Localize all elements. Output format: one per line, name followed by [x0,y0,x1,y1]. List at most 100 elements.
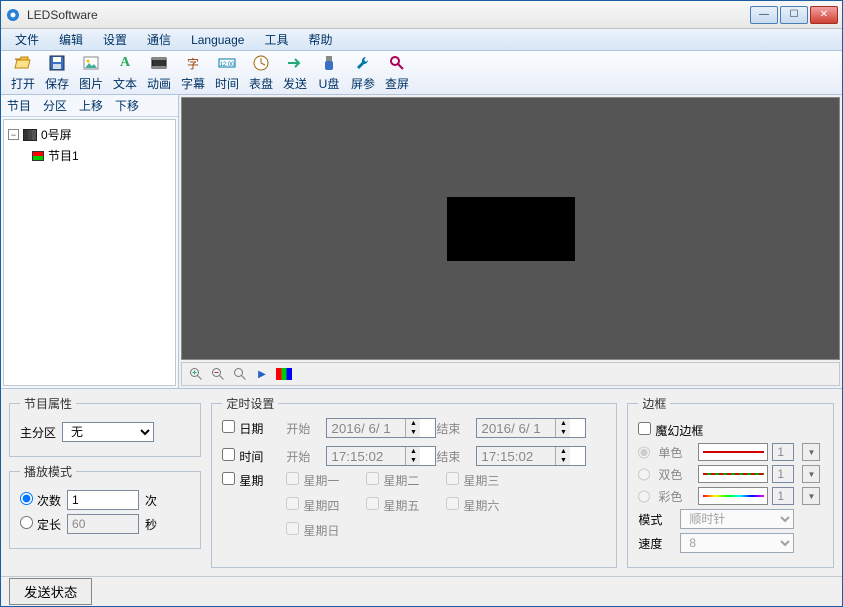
swatch-double [698,465,768,483]
swatch-single [698,443,768,461]
tree-node-program[interactable]: 节目1 [32,145,171,166]
text-icon: A [115,53,135,73]
tree-btn-partition[interactable]: 分区 [43,97,67,114]
menu-bar: 文件 编辑 设置 通信 Language 工具 帮助 [1,29,842,51]
radio-fixed[interactable]: 定长 [20,516,61,533]
svg-text:12:00: 12:00 [219,62,235,68]
app-icon [5,7,21,23]
play-icon[interactable]: ▶ [254,366,270,382]
tb-anim[interactable]: 动画 [143,53,175,92]
menu-edit[interactable]: 编辑 [51,29,91,50]
status-bar: 发送状态 [1,576,842,606]
tree-btn-up[interactable]: 上移 [79,97,103,114]
time-end-input[interactable]: ▲▼ [476,446,586,466]
tb-subtitle[interactable]: 字字幕 [177,53,209,92]
check-sat[interactable]: 星期六 [446,497,526,514]
check-sun[interactable]: 星期日 [286,522,366,539]
zoom-out-icon[interactable] [210,366,226,382]
input-single-val [772,443,794,461]
check-fri[interactable]: 星期五 [366,497,446,514]
preview-canvas [181,97,840,360]
tb-image[interactable]: 图片 [75,53,107,92]
check-wed[interactable]: 星期三 [446,472,526,489]
check-tue[interactable]: 星期二 [366,472,446,489]
tb-dial[interactable]: 表盘 [245,53,277,92]
zoom-in-icon[interactable] [188,366,204,382]
tb-time[interactable]: 12:00时间 [211,53,243,92]
menu-settings[interactable]: 设置 [95,29,135,50]
tb-findscreen[interactable]: 查屏 [381,53,413,92]
label-main-partition: 主分区 [20,424,56,441]
toolbar: 打开 保存 图片 A文本 动画 字字幕 12:00时间 表盘 发送 U盘 屏参 … [1,51,842,95]
group-play-mode: 播放模式 次数 次 定长 秒 [9,463,201,549]
tree-toolbar: 节目 分区 上移 下移 [1,95,178,117]
input-fixed [67,514,139,534]
menu-language[interactable]: Language [183,31,252,49]
dropdown-double[interactable]: ▼ [802,465,820,483]
animation-icon [149,53,169,73]
image-icon [81,53,101,73]
select-border-speed: 8 [680,533,794,553]
check-week[interactable]: 星期 [222,472,286,489]
title-bar: LEDSoftware — ☐ ✕ [1,1,842,29]
subtitle-icon: 字 [183,53,203,73]
radio-single-color [638,446,650,459]
window-title: LEDSoftware [27,8,750,22]
tree-collapse-icon[interactable]: − [8,129,19,140]
clock-dial-icon [251,53,271,73]
menu-tools[interactable]: 工具 [256,29,296,50]
dropdown-multi[interactable]: ▼ [802,487,820,505]
select-main-partition[interactable]: 无 [62,422,154,442]
tb-text[interactable]: A文本 [109,53,141,92]
minimize-button[interactable]: — [750,6,778,24]
menu-file[interactable]: 文件 [7,29,47,50]
group-border: 边框 魔幻边框 单色 ▼ 双色 ▼ 彩色 ▼ [627,395,834,568]
preview-led-area [447,197,575,261]
tb-screenparam[interactable]: 屏参 [347,53,379,92]
check-magic-border[interactable]: 魔幻边框 [638,422,703,439]
swatch-multi [698,487,768,505]
tree-node-screen[interactable]: − 0号屏 [8,124,171,145]
search-screen-icon [387,53,407,73]
radio-multi-color [638,490,650,503]
close-button[interactable]: ✕ [810,6,838,24]
input-multi-val [772,487,794,505]
input-count[interactable] [67,490,139,510]
tree-btn-program[interactable]: 节目 [7,97,31,114]
check-time[interactable]: 时间 [222,448,286,465]
rgb-swatch-icon[interactable] [276,368,292,380]
clock-digital-icon: 12:00 [217,53,237,73]
select-border-mode: 顺时针 [680,509,794,529]
wrench-icon [353,53,373,73]
group-timing: 定时设置 日期 开始 ▲▼ 结束 ▲▼ 时间 开始 ▲▼ 结束 ▲▼ 星期 星期… [211,395,617,568]
menu-help[interactable]: 帮助 [300,29,340,50]
radio-count[interactable]: 次数 [20,492,61,509]
check-mon[interactable]: 星期一 [286,472,366,489]
menu-comm[interactable]: 通信 [139,29,179,50]
send-icon [285,53,305,73]
date-end-input[interactable]: ▲▼ [476,418,586,438]
tb-open[interactable]: 打开 [7,53,39,92]
tb-usb[interactable]: U盘 [313,53,345,92]
dropdown-single[interactable]: ▼ [802,443,820,461]
tree-btn-down[interactable]: 下移 [115,97,139,114]
tb-save[interactable]: 保存 [41,53,73,92]
maximize-button[interactable]: ☐ [780,6,808,24]
tb-send[interactable]: 发送 [279,53,311,92]
date-start-input[interactable]: ▲▼ [326,418,436,438]
zoom-reset-icon[interactable] [232,366,248,382]
usb-icon [319,53,339,73]
spin-up-icon[interactable]: ▲ [406,419,420,428]
send-status-button[interactable]: 发送状态 [9,578,92,605]
program-icon [32,151,44,161]
group-program-props: 节目属性 主分区 无 [9,395,201,457]
input-double-val [772,465,794,483]
time-start-input[interactable]: ▲▼ [326,446,436,466]
screen-icon [23,129,37,141]
check-date[interactable]: 日期 [222,420,286,437]
program-tree: − 0号屏 节目1 [3,119,176,386]
zoom-bar: ▶ [181,362,840,386]
check-thu[interactable]: 星期四 [286,497,366,514]
spin-down-icon[interactable]: ▼ [406,428,420,437]
save-icon [47,53,67,73]
